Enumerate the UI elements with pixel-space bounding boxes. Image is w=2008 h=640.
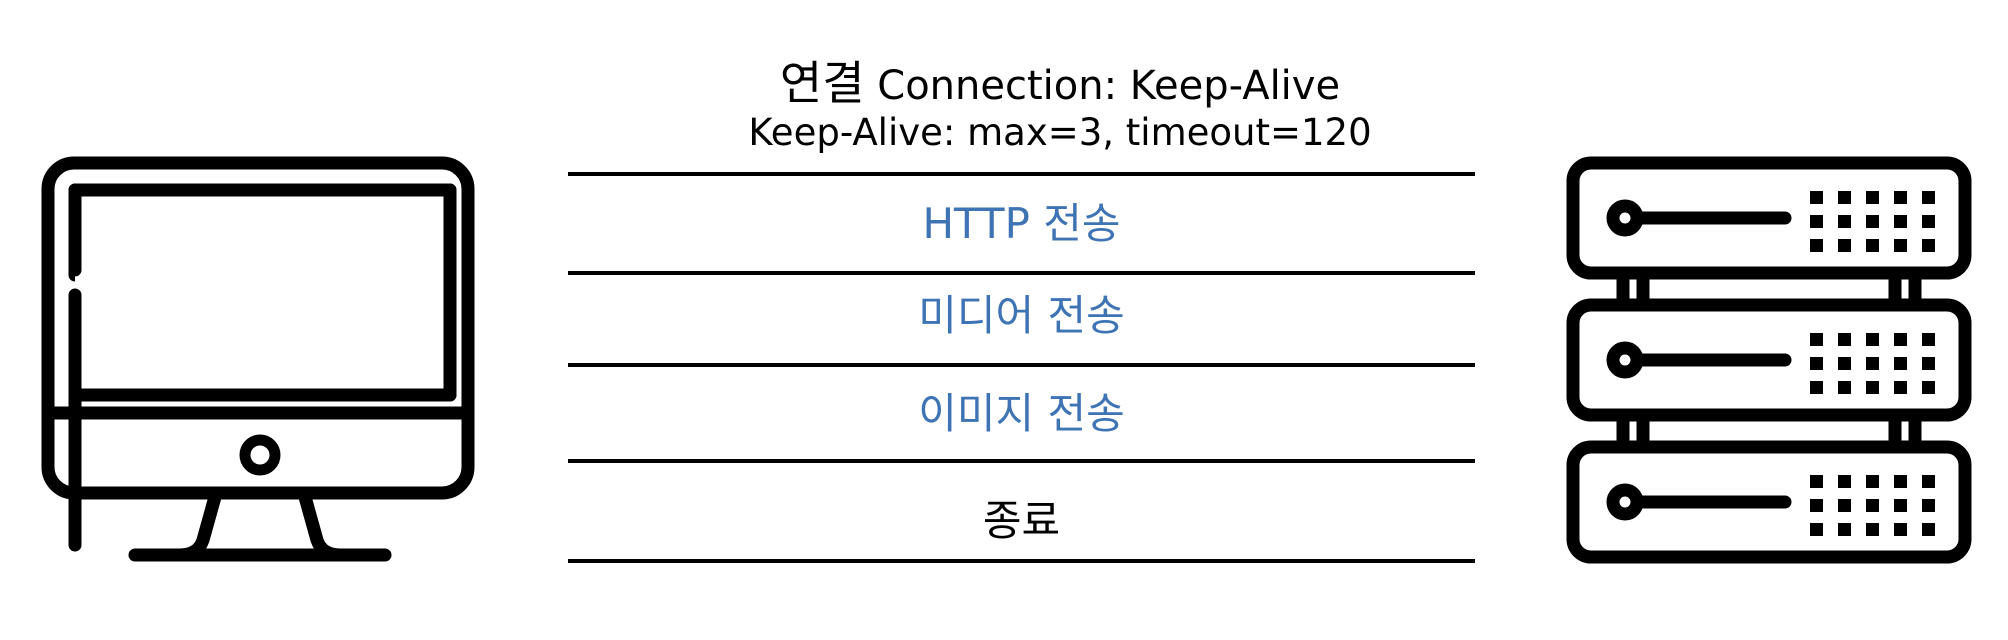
vent-dot <box>1810 381 1823 394</box>
vent-dot <box>1838 381 1851 394</box>
step-http-transfer: HTTP 전송 <box>922 199 1121 248</box>
vent-dot <box>1838 215 1851 228</box>
vent-dot <box>1810 239 1823 252</box>
divider-line <box>568 172 1475 176</box>
vent-dot <box>1894 357 1907 370</box>
vent-dot <box>1894 333 1907 346</box>
vent-dot <box>1810 499 1823 512</box>
vent-dot <box>1922 239 1935 252</box>
divider-line <box>568 459 1475 463</box>
vent-dot <box>1922 333 1935 346</box>
vent-dot <box>1894 475 1907 488</box>
vent-dot <box>1810 475 1823 488</box>
step-media-transfer: 미디어 전송 <box>918 291 1125 340</box>
vent-dot <box>1866 239 1879 252</box>
vent-dot <box>1810 523 1823 536</box>
vent-dot <box>1810 191 1823 204</box>
vent-dot <box>1866 499 1879 512</box>
vent-dot <box>1810 215 1823 228</box>
vent-dot <box>1866 215 1879 228</box>
vent-dot <box>1894 499 1907 512</box>
vent-dot <box>1894 523 1907 536</box>
keep-alive-params: Keep-Alive: max=3, timeout=120 <box>748 111 1372 154</box>
vent-dot <box>1838 357 1851 370</box>
vent-dot <box>1922 191 1935 204</box>
connection-header-en: Connection: Keep-Alive <box>877 63 1341 109</box>
step-close: 종료 <box>982 496 1061 545</box>
vent-dot <box>1866 333 1879 346</box>
vent-dot <box>1810 357 1823 370</box>
desktop-computer-icon <box>41 156 475 562</box>
divider-line <box>568 559 1475 563</box>
vent-dot <box>1838 499 1851 512</box>
vent-dot <box>1894 191 1907 204</box>
vent-dot <box>1838 475 1851 488</box>
server-rack-icon <box>1566 156 1972 564</box>
divider-line <box>568 363 1475 367</box>
vent-dot <box>1922 357 1935 370</box>
vent-dot <box>1866 357 1879 370</box>
vent-dot <box>1838 239 1851 252</box>
divider-line <box>568 271 1475 275</box>
vent-dot <box>1922 523 1935 536</box>
vent-dot <box>1922 215 1935 228</box>
vent-dot <box>1866 191 1879 204</box>
vent-dot <box>1922 381 1935 394</box>
vent-dot <box>1838 523 1851 536</box>
vent-dot <box>1922 499 1935 512</box>
vent-dot <box>1838 333 1851 346</box>
vent-dot <box>1894 239 1907 252</box>
vent-dot <box>1866 475 1879 488</box>
vent-dot <box>1810 333 1823 346</box>
connection-header: 연결 Connection: Keep-Alive <box>560 60 1560 106</box>
vent-dot <box>1866 523 1879 536</box>
connection-header-ko: 연결 <box>779 56 865 110</box>
vent-dot <box>1894 215 1907 228</box>
step-image-transfer: 이미지 전송 <box>918 389 1125 438</box>
vent-dot <box>1866 381 1879 394</box>
vent-dot <box>1894 381 1907 394</box>
vent-dot <box>1922 475 1935 488</box>
vent-dot <box>1838 191 1851 204</box>
